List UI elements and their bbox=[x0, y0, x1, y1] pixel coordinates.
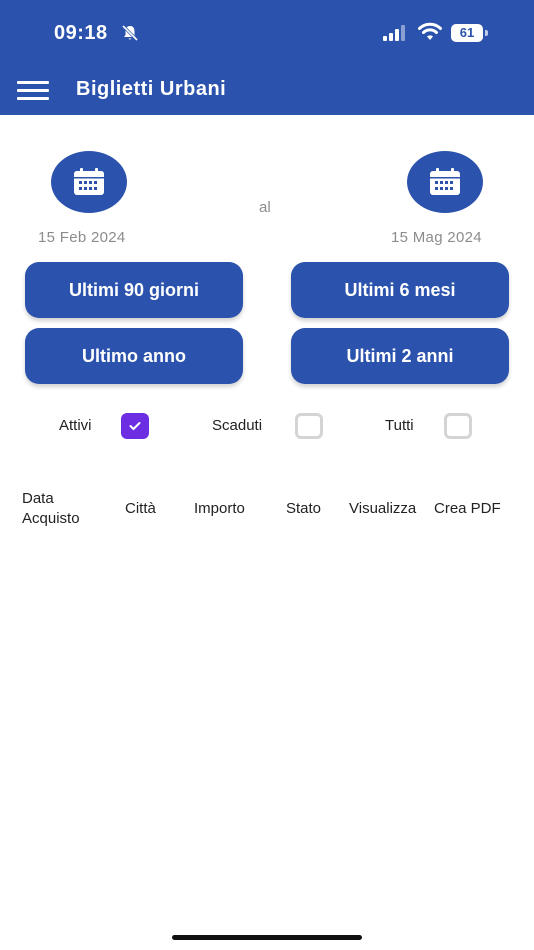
bell-muted-icon bbox=[121, 24, 139, 42]
calendar-icon bbox=[74, 168, 104, 195]
last-year-button[interactable]: Ultimo anno bbox=[25, 328, 243, 384]
filter-active-label: Attivi bbox=[59, 417, 92, 434]
filter-all-label: Tutti bbox=[385, 417, 414, 434]
date-range-separator: al bbox=[259, 199, 271, 216]
end-date-picker-button[interactable] bbox=[407, 151, 483, 213]
home-indicator bbox=[172, 935, 362, 940]
status-time: 09:18 bbox=[54, 22, 108, 44]
column-purchase-date: Data Acquisto bbox=[22, 490, 80, 527]
last-90-days-button[interactable]: Ultimi 90 giorni bbox=[25, 262, 243, 318]
filter-all-checkbox[interactable] bbox=[444, 413, 472, 439]
filter-expired-checkbox[interactable] bbox=[295, 413, 323, 439]
start-date-text: 15 Feb 2024 bbox=[38, 229, 126, 246]
start-date-picker-button[interactable] bbox=[51, 151, 127, 213]
column-status: Stato bbox=[286, 500, 322, 517]
end-date-text: 15 Mag 2024 bbox=[391, 229, 482, 246]
last-6-months-button[interactable]: Ultimi 6 mesi bbox=[291, 262, 509, 318]
column-view: Visualizza bbox=[349, 500, 417, 517]
calendar-icon bbox=[430, 168, 460, 195]
battery-level: 61 bbox=[451, 24, 483, 42]
column-create-pdf: Crea PDF bbox=[434, 500, 501, 517]
battery-indicator: 61 bbox=[451, 24, 489, 42]
hamburger-menu-icon[interactable] bbox=[17, 81, 49, 101]
checkmark-icon bbox=[129, 422, 141, 430]
wifi-icon bbox=[418, 22, 442, 40]
last-2-years-button[interactable]: Ultimi 2 anni bbox=[291, 328, 509, 384]
app-header: 09:18 61 Biglietti Urbani bbox=[0, 0, 534, 115]
column-city: Città bbox=[125, 500, 156, 517]
column-amount: Importo bbox=[194, 500, 245, 517]
signal-icon bbox=[383, 25, 405, 41]
battery-tip bbox=[485, 30, 488, 36]
page-title: Biglietti Urbani bbox=[76, 78, 227, 100]
filter-active-checkbox[interactable] bbox=[121, 413, 149, 439]
filter-expired-label: Scaduti bbox=[212, 417, 263, 434]
